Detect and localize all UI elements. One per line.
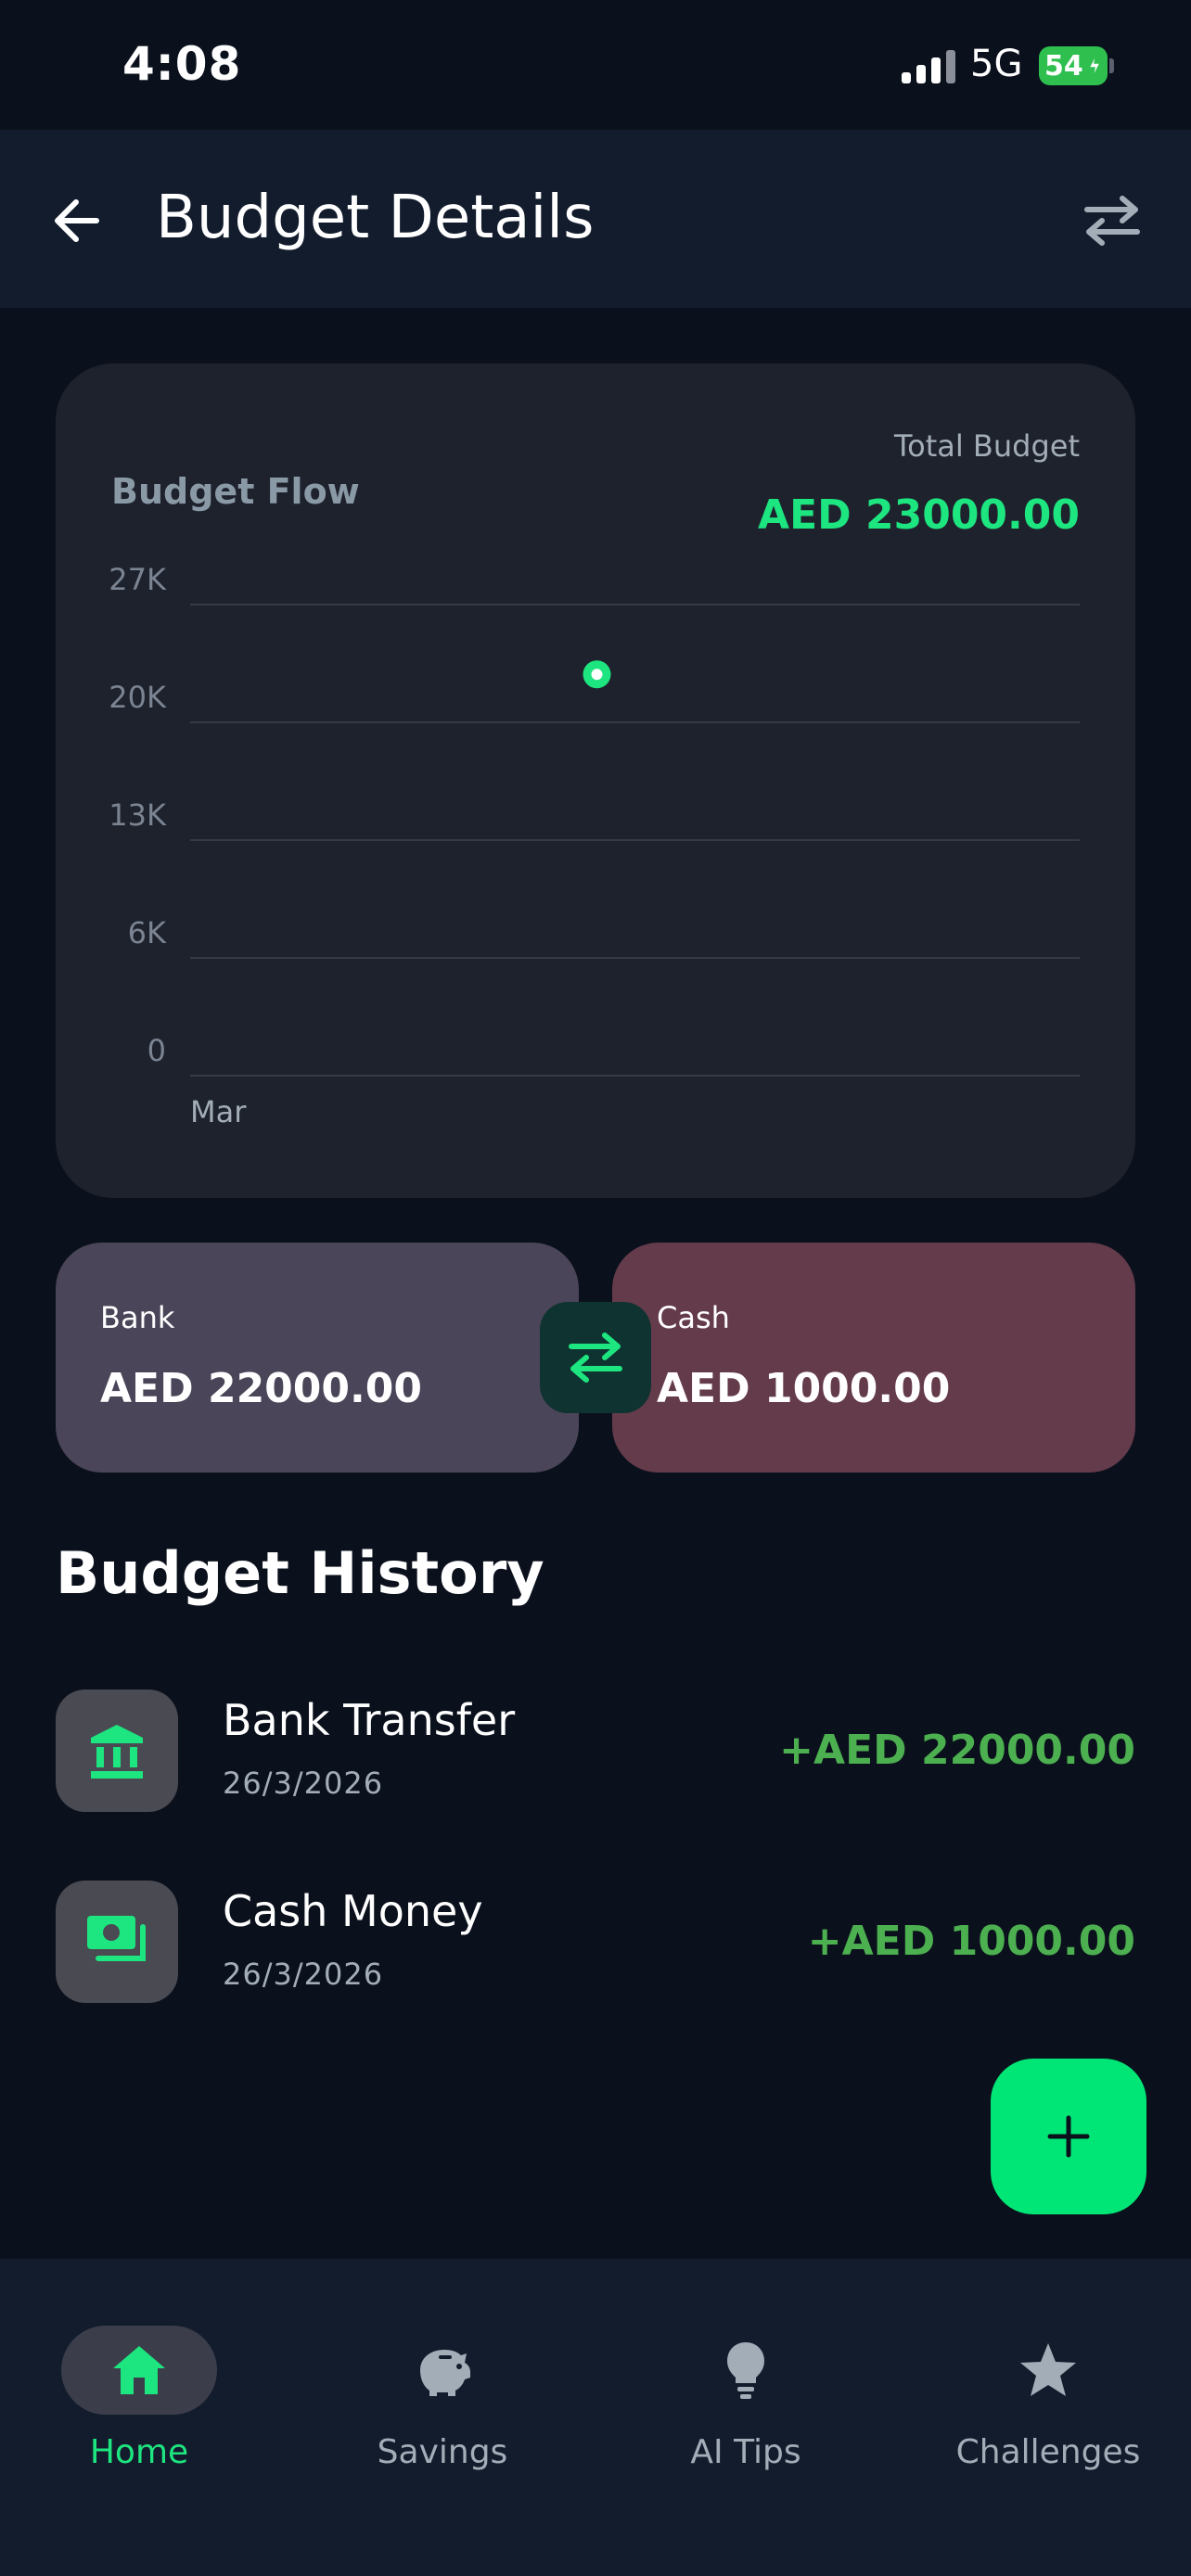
bank-icon: [91, 1725, 143, 1779]
nav-icon-wrap: [668, 2326, 824, 2415]
arrow-left-icon: [55, 199, 99, 242]
nav-icon-wrap: [970, 2326, 1126, 2415]
nav-icon-wrap: [365, 2326, 520, 2415]
chart-title: Budget Flow: [111, 471, 360, 512]
swap-arrows-icon: [1084, 196, 1140, 246]
nav-active-indicator: [61, 2326, 217, 2415]
app-header: Budget Details: [0, 130, 1191, 308]
history-name: Bank Transfer: [223, 1695, 516, 1745]
swap-arrows-icon: [569, 1333, 622, 1383]
status-time: 4:08: [122, 37, 242, 91]
y-tick-label: 27K: [109, 567, 167, 597]
history-date: 26/3/2026: [223, 1957, 384, 1992]
cash-value: AED 1000.00: [657, 1365, 951, 1412]
plus-icon: [1047, 2115, 1090, 2158]
x-tick-label: Mar: [190, 1094, 247, 1124]
battery-icon: 54: [1039, 46, 1108, 85]
battery-level: 54: [1044, 49, 1083, 83]
nav-item-ai-tips[interactable]: AI Tips: [625, 2290, 866, 2476]
add-budget-button[interactable]: [991, 2059, 1146, 2214]
history-amount: +AED 22000.00: [779, 1727, 1135, 1774]
bottom-navigation: Home Savings AI Tips Challenges: [0, 2259, 1191, 2576]
history-date: 26/3/2026: [223, 1766, 384, 1801]
total-budget-label: Total Budget: [894, 428, 1080, 464]
star-icon: [1020, 2343, 1076, 2396]
nav-label: AI Tips: [690, 2433, 801, 2471]
history-row[interactable]: Bank Transfer 26/3/2026 +AED 22000.00: [56, 1690, 1135, 1814]
back-button[interactable]: [48, 191, 108, 250]
history-name: Cash Money: [223, 1886, 483, 1936]
history-row[interactable]: Cash Money 26/3/2026 +AED 1000.00: [56, 1881, 1135, 2005]
status-bar: 4:08 5G 54: [0, 0, 1191, 130]
nav-item-savings[interactable]: Savings: [322, 2290, 563, 2476]
budget-flow-chart: 0 6K 13K 20K 27K Mar: [109, 567, 1080, 1124]
nav-item-home[interactable]: Home: [19, 2290, 260, 2476]
nav-label: Challenges: [955, 2433, 1141, 2471]
cash-label: Cash: [657, 1300, 730, 1335]
piggy-bank-icon: [420, 2350, 470, 2396]
nav-label: Home: [89, 2433, 189, 2471]
y-tick-label: 0: [147, 1033, 166, 1068]
swap-button[interactable]: [1080, 191, 1145, 250]
budget-chart-card: Total Budget Budget Flow AED 23000.00 0 6…: [56, 363, 1135, 1198]
y-tick-label: 13K: [109, 797, 167, 833]
bank-icon-tile: [56, 1690, 178, 1812]
bank-label: Bank: [100, 1300, 175, 1335]
home-icon: [113, 2346, 165, 2394]
data-point-center: [591, 669, 603, 681]
nav-item-challenges[interactable]: Challenges: [928, 2290, 1169, 2476]
nav-label: Savings: [377, 2433, 508, 2471]
history-amount: +AED 1000.00: [807, 1918, 1135, 1965]
cash-balance-card[interactable]: Cash AED 1000.00: [612, 1243, 1135, 1473]
lightbulb-icon: [727, 2342, 764, 2399]
history-title: Budget History: [56, 1539, 544, 1607]
bank-balance-card[interactable]: Bank AED 22000.00: [56, 1243, 579, 1473]
y-tick-label: 20K: [109, 680, 167, 715]
network-type: 5G: [970, 43, 1023, 85]
battery-tip: [1109, 58, 1114, 73]
page-title: Budget Details: [156, 184, 595, 252]
signal-icon: [902, 48, 957, 83]
cash-icon-tile: [56, 1881, 178, 2003]
transfer-button[interactable]: [540, 1302, 651, 1413]
y-tick-label: 6K: [128, 915, 167, 950]
cash-icon: [87, 1916, 146, 1961]
bank-value: AED 22000.00: [100, 1365, 422, 1412]
total-budget-value: AED 23000.00: [758, 491, 1080, 539]
